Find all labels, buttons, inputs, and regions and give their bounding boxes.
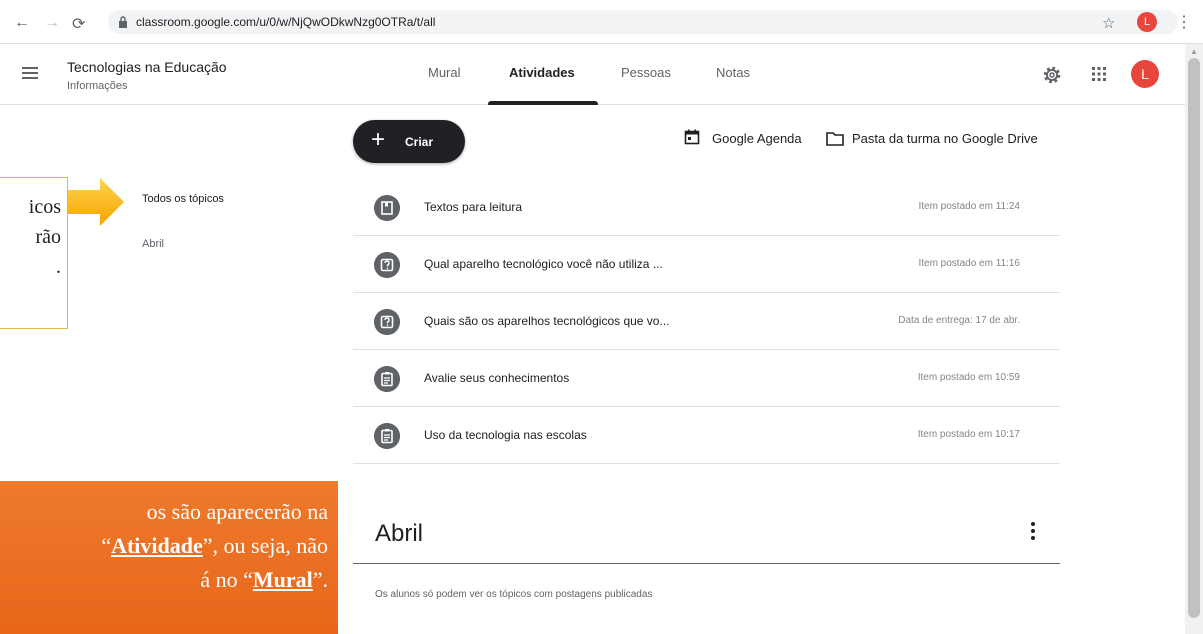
list-item[interactable]: Quais são os aparelhos tecnológicos que …	[353, 293, 1060, 350]
annotation-box-orange: os são aparecerão na “Atividade”, ou sej…	[0, 481, 338, 634]
folder-icon[interactable]	[826, 132, 844, 146]
forward-icon[interactable]: →	[44, 14, 60, 32]
drive-folder-link[interactable]: Pasta da turma no Google Drive	[852, 131, 1038, 146]
topic-all[interactable]: Todos os tópicos	[142, 193, 224, 205]
calendar-icon[interactable]	[684, 129, 700, 145]
annotation-orange-mural: Mural	[252, 567, 313, 592]
create-label: Criar	[405, 135, 434, 149]
tab-pessoas[interactable]: Pessoas	[621, 65, 671, 80]
class-title[interactable]: Tecnologias na Educação	[67, 59, 227, 75]
item-title: Quais são os aparelhos tecnológicos que …	[424, 314, 670, 328]
url-text: classroom.google.com/u/0/w/NjQwODkwNzg0O…	[136, 15, 436, 29]
item-meta: Item postado em 10:59	[917, 372, 1020, 383]
question-icon	[374, 252, 400, 278]
material-icon	[374, 195, 400, 221]
annotation-orange-part3: á no “	[200, 567, 253, 592]
annotation-box-yellow: icos rão .	[0, 177, 68, 329]
item-title: Qual aparelho tecnológico você não utili…	[424, 257, 663, 271]
tab-atividades[interactable]: Atividades	[509, 65, 575, 80]
browser-menu-icon[interactable]: ⋮	[1176, 12, 1192, 32]
gear-icon[interactable]	[1041, 64, 1063, 86]
list-item[interactable]: Textos para leitura Item postado em 11:2…	[353, 179, 1060, 236]
arrow-right-icon	[68, 178, 124, 226]
tab-mural[interactable]: Mural	[428, 65, 461, 80]
topic-section-title: Abril	[375, 520, 424, 547]
more-vert-icon[interactable]	[1030, 522, 1036, 540]
item-meta: Item postado em 11:16	[918, 258, 1020, 269]
annotation-text-orange: os são aparecerão na “Atividade”, ou sej…	[0, 495, 328, 597]
list-item[interactable]: Qual aparelho tecnológico você não utili…	[353, 236, 1060, 293]
active-tab-indicator	[488, 101, 598, 105]
reload-icon[interactable]: ⟳	[72, 14, 85, 34]
topic-abril[interactable]: Abril	[142, 238, 164, 250]
section-divider	[353, 563, 1060, 564]
app-header: Tecnologias na Educação Informações Mura…	[0, 44, 1185, 105]
item-title: Avalie seus conhecimentos	[424, 371, 570, 385]
avatar[interactable]: L	[1131, 60, 1159, 88]
assignment-icon	[374, 423, 400, 449]
hamburger-menu-icon[interactable]	[22, 67, 38, 79]
lock-icon	[119, 16, 127, 28]
annotation-orange-atividade: Atividade	[111, 533, 203, 558]
bookmark-star-icon[interactable]: ☆	[1102, 14, 1115, 32]
list-item[interactable]: Uso da tecnologia nas escolas Item posta…	[353, 407, 1060, 464]
list-item[interactable]: Avalie seus conhecimentos Item postado e…	[353, 350, 1060, 407]
class-subtitle[interactable]: Informações	[67, 80, 128, 92]
annotation-orange-part2: ”, ou seja, não	[202, 533, 328, 558]
question-icon	[374, 309, 400, 335]
item-meta: Item postado em 10:17	[917, 429, 1020, 440]
tab-notas[interactable]: Notas	[716, 65, 750, 80]
item-meta: Data de entrega: 17 de abr.	[898, 315, 1020, 326]
scroll-thumb[interactable]	[1188, 58, 1200, 618]
browser-profile-avatar[interactable]: L	[1137, 12, 1157, 32]
scroll-up-icon[interactable]: ▲	[1190, 47, 1198, 56]
browser-toolbar: ← → ⟳ classroom.google.com/u/0/w/NjQwODk…	[0, 0, 1203, 44]
apps-grid-icon[interactable]	[1091, 66, 1107, 82]
annotation-orange-quote-open: “	[101, 533, 112, 558]
item-title: Textos para leitura	[424, 200, 523, 214]
item-meta: Item postado em 11:24	[918, 201, 1020, 212]
annotation-orange-part1: os são aparecerão na	[146, 499, 328, 524]
google-calendar-link[interactable]: Google Agenda	[712, 131, 802, 146]
create-button[interactable]: + Criar	[353, 120, 465, 163]
annotation-text-yellow: icos rão .	[28, 196, 61, 278]
back-icon[interactable]: ←	[14, 14, 30, 32]
assignment-icon	[374, 366, 400, 392]
address-bar[interactable]: classroom.google.com/u/0/w/NjQwODkwNzg0O…	[108, 10, 1178, 34]
scrollbar[interactable]: ▲	[1185, 44, 1203, 634]
item-title: Uso da tecnologia nas escolas	[424, 428, 587, 442]
annotation-orange-part4: ”.	[312, 567, 328, 592]
section-note: Os alunos só podem ver os tópicos com po…	[375, 589, 653, 600]
plus-icon: +	[371, 126, 386, 153]
